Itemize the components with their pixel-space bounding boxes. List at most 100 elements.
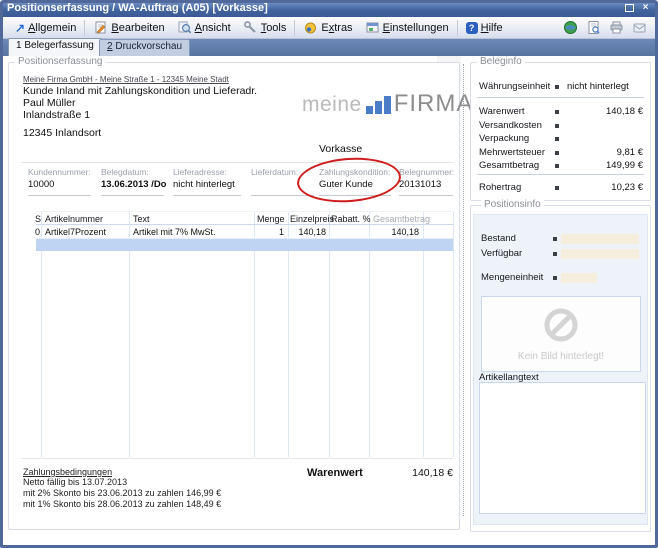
no-image-icon bbox=[543, 307, 579, 343]
field-label-belegdatum: Belegdatum: bbox=[101, 167, 149, 177]
beleginfo-value: 9,81 € bbox=[617, 147, 643, 158]
window-title: Positionserfassung / WA-Auftrag (A05) [V… bbox=[7, 2, 268, 14]
grid-bottom-line bbox=[21, 458, 453, 459]
field-underline bbox=[28, 195, 91, 196]
col-header-s[interactable]: S bbox=[35, 214, 41, 224]
field-label-lieferdatum: Lieferdatum: bbox=[251, 167, 298, 177]
positionserfassung-group-label: Positionserfassung bbox=[15, 56, 106, 67]
menu-divider bbox=[294, 20, 295, 36]
field-underline bbox=[173, 195, 241, 196]
total-value: 140,18 € bbox=[387, 467, 453, 479]
menu-tools[interactable]: Tools bbox=[237, 18, 293, 37]
cell-menge: 1 bbox=[254, 227, 284, 237]
col-header-gesamtbetrag[interactable]: Gesamtbetrag bbox=[373, 214, 430, 224]
grid-line bbox=[453, 212, 454, 457]
settings-window-icon bbox=[365, 20, 380, 35]
logo-word-light: meine bbox=[302, 95, 362, 115]
cell-text: Artikel mit 7% MwSt. bbox=[133, 227, 216, 237]
table-top-line bbox=[36, 211, 453, 212]
bullet-icon bbox=[553, 252, 557, 256]
beleginfo-label: Versandkosten bbox=[479, 120, 542, 131]
mail-icon[interactable] bbox=[632, 20, 647, 35]
bullet-icon bbox=[555, 151, 559, 155]
globe-icon[interactable] bbox=[563, 20, 578, 35]
col-header-einzelpreis[interactable]: Einzelpreis bbox=[290, 214, 334, 224]
field-label-lieferadresse: Lieferadresse: bbox=[173, 167, 227, 177]
close-button[interactable]: × bbox=[639, 2, 652, 14]
arrow-ne-icon: ↗ bbox=[15, 23, 25, 33]
title-bar: Positionserfassung / WA-Auftrag (A05) [V… bbox=[0, 0, 658, 17]
positionserfassung-group: Positionserfassung Meine Firma GmbH - Me… bbox=[8, 62, 460, 530]
positionsinfo-group: Positionsinfo Bestand Verfügbar Mengenei… bbox=[470, 205, 651, 532]
col-header-rabatt[interactable]: Rabatt. % bbox=[331, 214, 371, 224]
panel-separator bbox=[463, 64, 464, 516]
menu-divider bbox=[457, 20, 458, 36]
divider bbox=[477, 174, 644, 175]
field-label-belegnummer: Belegnummer: bbox=[399, 167, 454, 177]
bullet-icon bbox=[553, 276, 557, 280]
beleginfo-label: Warenwert bbox=[479, 106, 525, 117]
payment-line: mit 1% Skonto bis 28.06.2013 zu zahlen 1… bbox=[23, 499, 221, 509]
cell-artikelnummer: Artikel7Prozent bbox=[45, 227, 106, 237]
doc-type: Vorkasse bbox=[319, 143, 362, 155]
document-preview-icon[interactable] bbox=[586, 20, 601, 35]
magnifier-icon bbox=[177, 20, 192, 35]
field-kundennummer[interactable]: 10000 bbox=[28, 179, 54, 190]
menu-ansicht[interactable]: Ansicht bbox=[171, 18, 237, 37]
tab-druckvorschau[interactable]: 2 Druckvorschau bbox=[99, 39, 190, 56]
sender-line: Meine Firma GmbH - Meine Straße 1 - 1234… bbox=[23, 75, 229, 84]
header-bottom-line bbox=[36, 224, 453, 225]
payment-line: Netto fällig bis 13.07.2013 bbox=[23, 477, 127, 487]
orb-icon bbox=[303, 20, 318, 35]
bullet-icon bbox=[555, 85, 559, 89]
artikellangtext-box[interactable] bbox=[479, 382, 646, 514]
divider bbox=[477, 97, 644, 98]
beleginfo-label: Währungseinheit bbox=[479, 81, 550, 92]
cell-gesamtbetrag: 140,18 bbox=[369, 227, 419, 237]
bestand-label: Bestand bbox=[481, 233, 516, 244]
col-header-menge[interactable]: Menge bbox=[257, 214, 285, 224]
positionsinfo-group-label: Positionsinfo bbox=[481, 199, 544, 210]
bullet-icon bbox=[555, 137, 559, 141]
bar-chart-icon bbox=[366, 96, 391, 114]
menu-extras[interactable]: Extras bbox=[297, 18, 358, 37]
menu-bearbeiten[interactable]: Bearbeiten bbox=[87, 18, 170, 37]
bullet-icon bbox=[555, 110, 559, 114]
selected-row[interactable] bbox=[36, 239, 453, 251]
cell-s: 0 bbox=[35, 227, 40, 237]
printer-icon[interactable] bbox=[609, 20, 624, 35]
bullet-icon bbox=[555, 124, 559, 128]
col-header-artikelnummer[interactable]: Artikelnummer bbox=[45, 214, 103, 224]
col-header-text[interactable]: Text bbox=[133, 214, 150, 224]
field-lieferadresse[interactable]: nicht hinterlegt bbox=[173, 179, 235, 190]
bullet-icon bbox=[555, 186, 559, 190]
mengeneinheit-value-field bbox=[561, 273, 597, 283]
field-underline bbox=[101, 195, 164, 196]
tab-strip: 1 Belegerfassung 2 Druckvorschau bbox=[3, 39, 655, 56]
maximize-button[interactable] bbox=[623, 2, 636, 14]
edit-page-icon bbox=[93, 20, 108, 35]
company-logo: meine FIRMA bbox=[302, 93, 473, 115]
beleginfo-label: Verpackung bbox=[479, 133, 529, 144]
verfuegbar-value-field bbox=[561, 249, 639, 259]
address-line: Kunde Inland mit Zahlungskondition und L… bbox=[23, 85, 257, 97]
beleginfo-value: nicht hinterlegt bbox=[567, 81, 629, 92]
menu-bar: ↗ Allgemein Bearbeiten Ansicht Tools Ext… bbox=[3, 17, 655, 39]
menu-divider bbox=[84, 20, 85, 36]
app-window: Positionserfassung / WA-Auftrag (A05) [V… bbox=[0, 0, 658, 548]
beleginfo-value: 149,99 € bbox=[606, 160, 643, 171]
payment-title: Zahlungsbedingungen bbox=[23, 467, 112, 477]
beleginfo-value: 140,18 € bbox=[606, 106, 643, 117]
toolbar-right bbox=[563, 20, 647, 35]
bestand-value-field bbox=[561, 234, 639, 244]
help-icon: ? bbox=[466, 22, 478, 34]
menu-allgemein[interactable]: ↗ Allgemein bbox=[9, 20, 82, 36]
field-belegdatum[interactable]: 13.06.2013 /Do bbox=[101, 179, 167, 190]
payment-line: mit 2% Skonto bis 23.06.2013 zu zahlen 1… bbox=[23, 488, 221, 498]
tab-belegerfassung[interactable]: 1 Belegerfassung bbox=[8, 38, 102, 56]
menu-hilfe[interactable]: ? Hilfe bbox=[460, 20, 509, 36]
city-line: 12345 Inlandsort bbox=[23, 127, 101, 139]
beleginfo-group-label: Beleginfo bbox=[477, 56, 525, 67]
field-belegnummer[interactable]: 20131013 bbox=[399, 179, 441, 190]
menu-einstellungen[interactable]: Einstellungen bbox=[359, 18, 455, 37]
